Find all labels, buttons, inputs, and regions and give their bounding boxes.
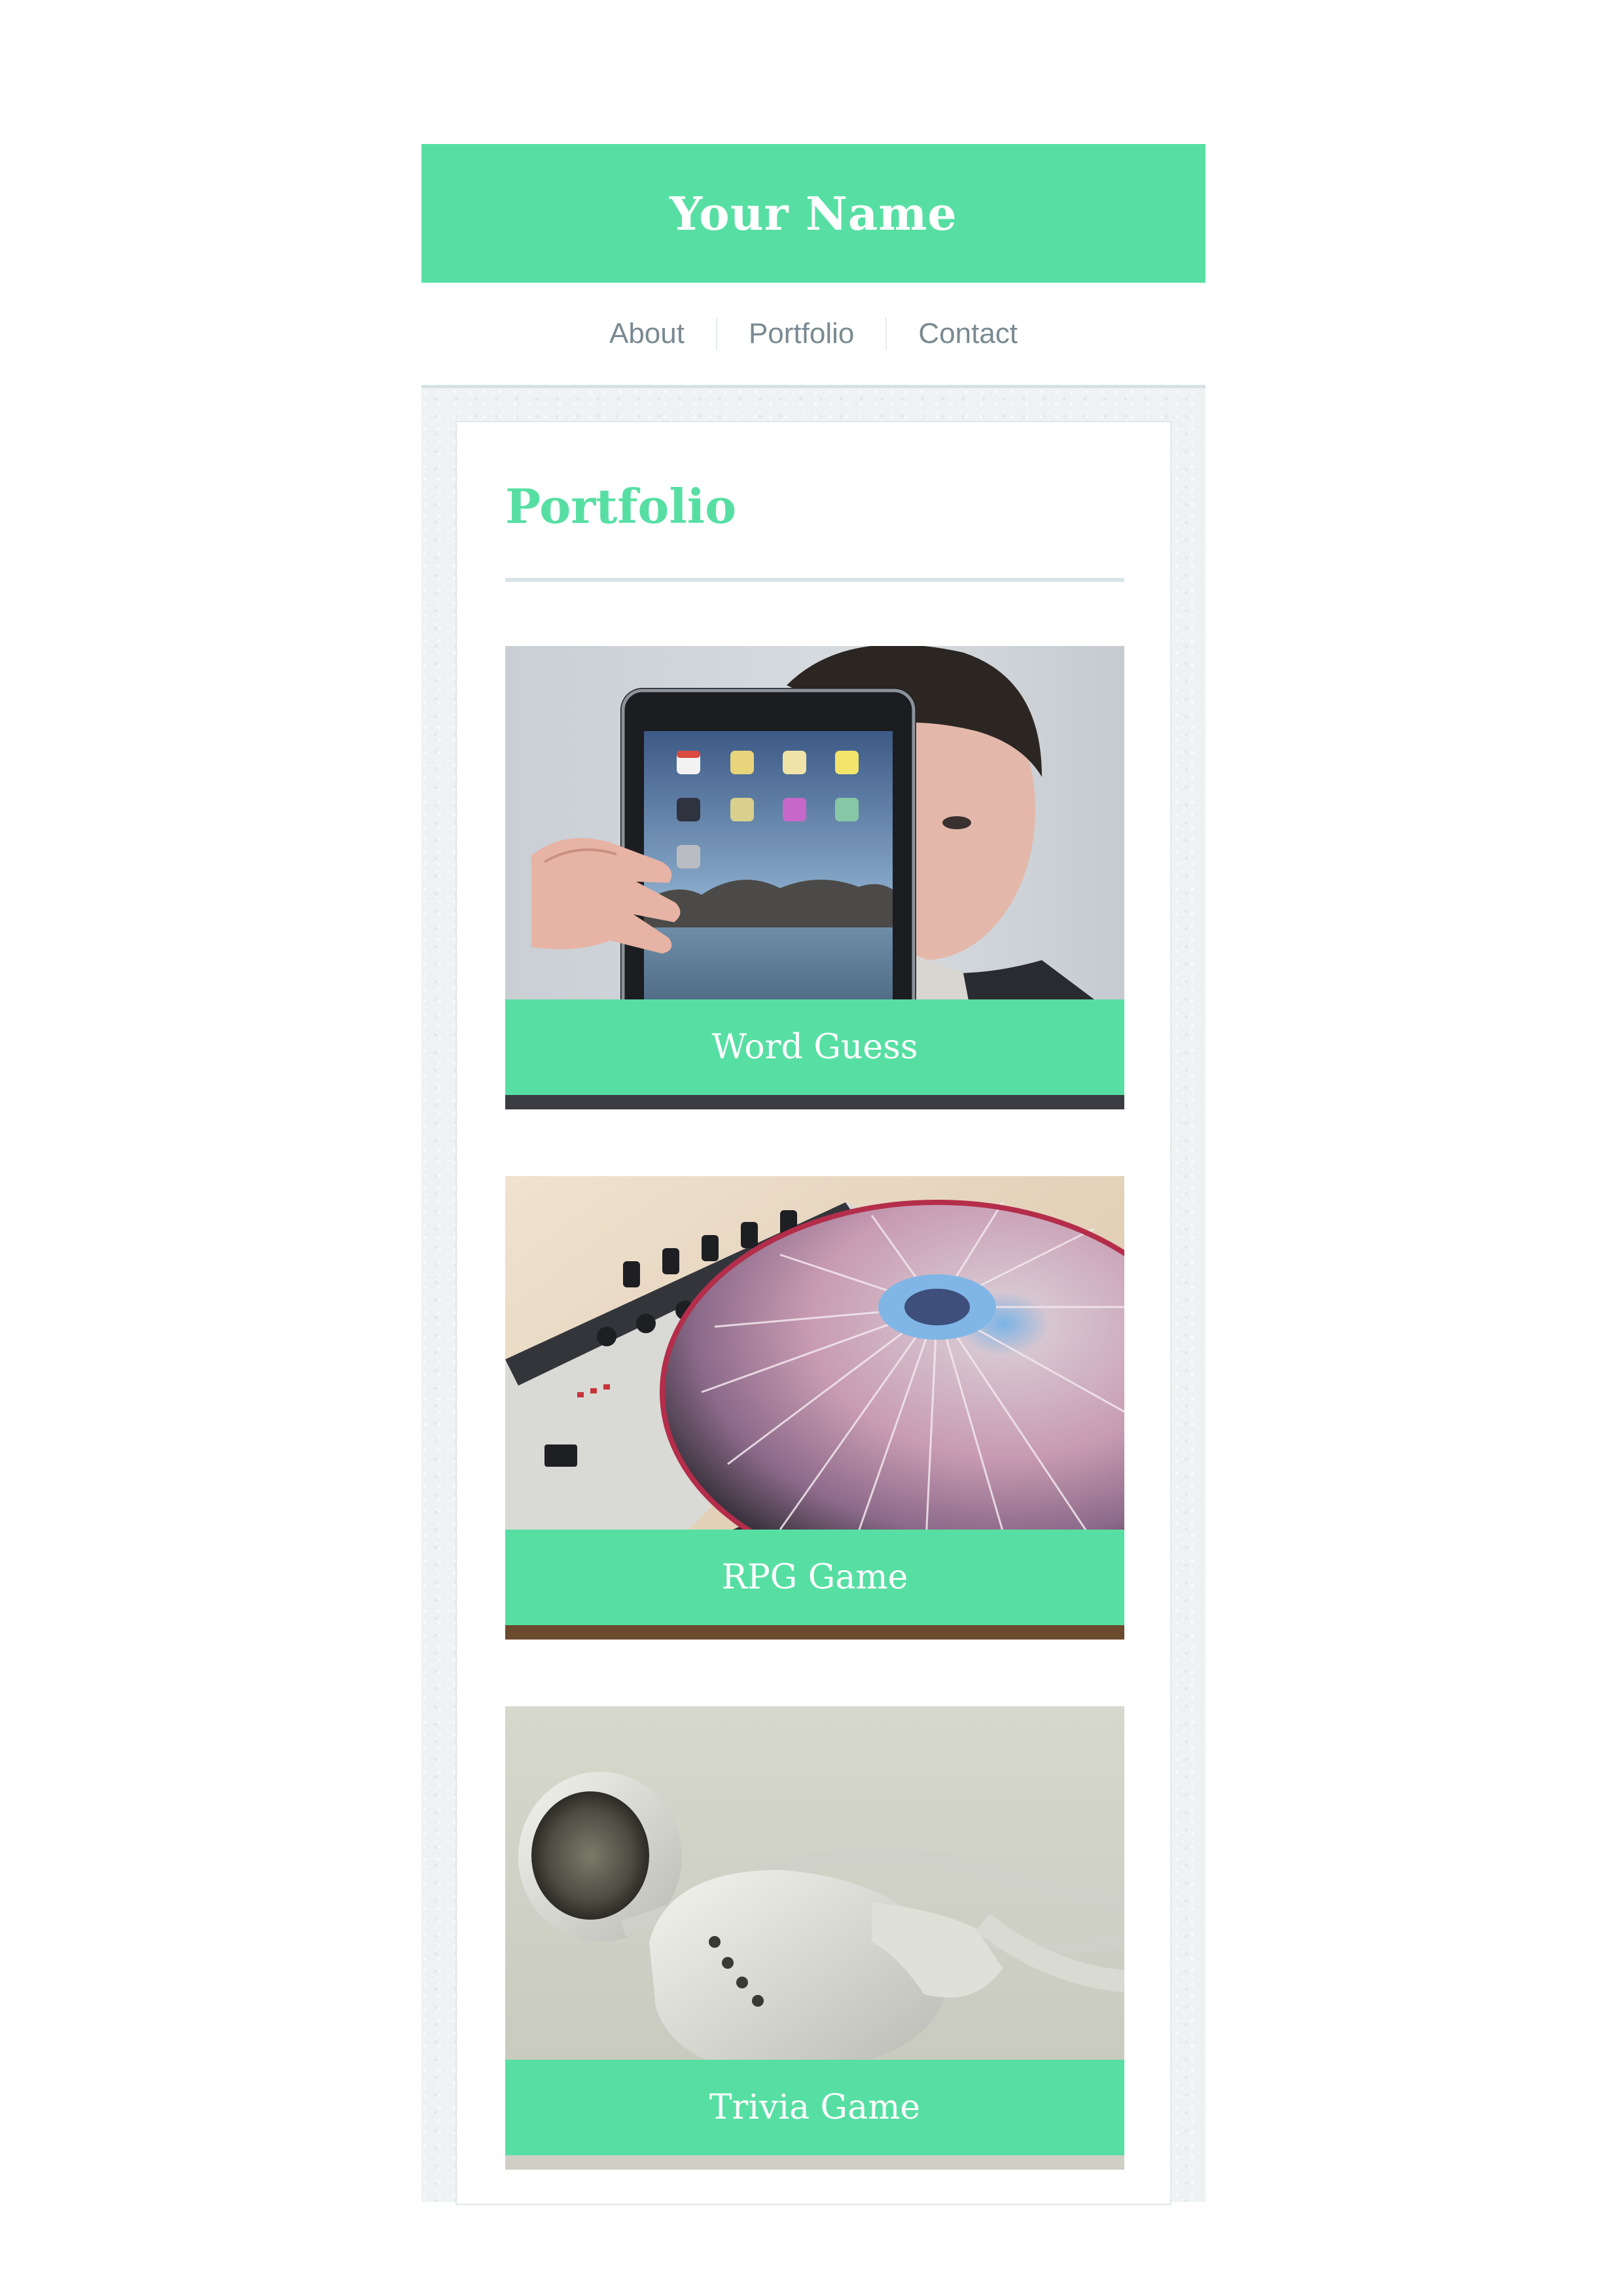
caption-bar: Word Guess — [505, 999, 1124, 1095]
site-container: Your Name About Portfolio Contact Portfo… — [421, 144, 1205, 2205]
portfolio-item-trivia-game[interactable]: Trivia Game — [505, 1706, 1124, 2170]
portfolio-card: Portfolio Word Guess RPG Game Trivia Gam… — [455, 421, 1171, 2205]
portfolio-item-caption: Trivia Game — [709, 2088, 921, 2127]
title-divider — [505, 578, 1124, 582]
main-nav: About Portfolio Contact — [421, 283, 1205, 385]
content-area: Portfolio Word Guess RPG Game Trivia Gam… — [421, 385, 1205, 2205]
site-header: Your Name — [421, 144, 1205, 283]
portfolio-item-caption: Word Guess — [711, 1028, 918, 1067]
caption-bar: RPG Game — [505, 1530, 1124, 1625]
portfolio-item-caption: RPG Game — [721, 1558, 908, 1597]
portfolio-item-word-guess[interactable]: Word Guess — [505, 646, 1124, 1109]
section-title: Portfolio — [505, 478, 737, 534]
nav-link-about[interactable]: About — [578, 317, 716, 350]
nav-link-contact[interactable]: Contact — [885, 317, 1049, 350]
portfolio-item-rpg-game[interactable]: RPG Game — [505, 1176, 1124, 1640]
caption-bar: Trivia Game — [505, 2060, 1124, 2155]
nav-link-portfolio[interactable]: Portfolio — [715, 317, 885, 350]
site-title: Your Name — [669, 186, 957, 241]
